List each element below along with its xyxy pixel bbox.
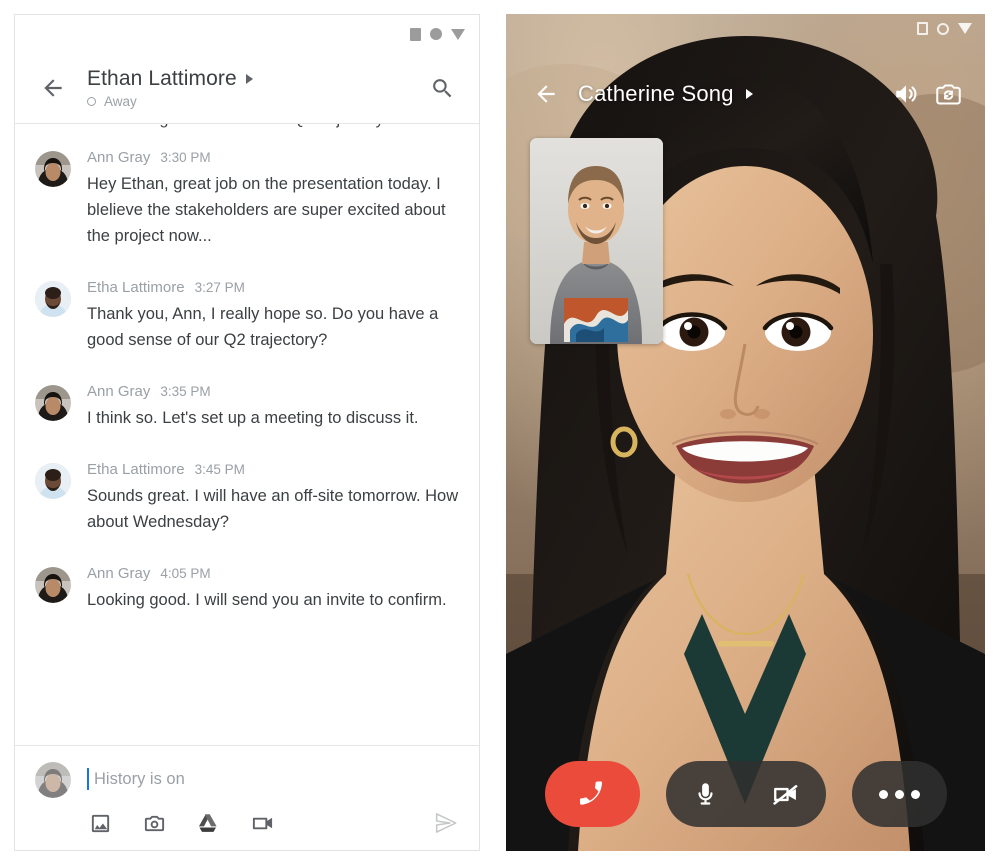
chat-header-titles: Ethan Lattimore Away [87,67,421,109]
etha-lattimore-avatar [35,281,71,317]
attachment-buttons [87,810,431,836]
ann-gray-avatar [35,151,71,187]
presence-row: Away [87,94,421,109]
message-text: Sounds great. I will have an off-site to… [87,487,459,531]
call-peer-name: Catherine Song [578,81,734,106]
end-call-icon [579,781,602,805]
screenshot-root: Ethan Lattimore Away have a good sense o… [0,0,1000,865]
call-status-bar [917,22,972,35]
peer-title-row[interactable]: Ethan Lattimore [87,67,421,91]
message-body: Etha Lattimore 3:45 PM Sounds great. I w… [87,461,459,535]
mute-microphone-button[interactable] [666,761,746,827]
ann-gray-avatar [35,567,71,603]
back-button[interactable] [33,68,73,108]
call-back-button[interactable] [526,74,566,114]
send-button[interactable] [431,808,461,838]
composer-placeholder: History is on [94,769,185,788]
message-meta: Etha Lattimore 3:27 PM [87,279,459,296]
message-item: Ann Gray 4:05 PM Looking good. I will se… [15,549,479,627]
send-icon [435,813,457,833]
message-meta: Ann Gray 3:35 PM [87,383,459,400]
message-composer: History is on [15,745,479,850]
call-controls [506,761,985,827]
message-item: Ann Gray 3:35 PM I think so. Let's set u… [15,367,479,445]
triangle-down-icon [958,23,972,34]
av-controls-group [665,761,826,827]
message-text: Thank you, Ann, I really hope so. Do you… [87,305,439,349]
message-item: Etha Lattimore 3:45 PM Sounds great. I w… [15,445,479,549]
insert-drive-file-button[interactable] [195,810,221,836]
video-camera-icon [252,817,272,829]
take-photo-button[interactable] [141,810,167,836]
triangle-down-icon [451,28,465,40]
more-options-button[interactable] [851,761,947,827]
speaker-button[interactable] [885,73,927,115]
call-header: Catherine Song [506,68,985,120]
more-options-icon [878,789,920,799]
flip-camera-icon [935,83,961,105]
message-text: Hey Ethan, great job on the presentation… [87,175,446,245]
message-time: 3:45 PM [194,462,245,477]
message-meta: Ann Gray 3:30 PM [87,149,459,166]
insert-image-button[interactable] [87,810,113,836]
message-sender: Etha Lattimore [87,279,185,296]
message-time: 3:30 PM [160,150,211,165]
etha-lattimore-avatar [35,463,71,499]
message-text: I think so. Let's set up a meeting to di… [87,409,419,427]
chevron-right-icon [245,74,253,84]
message-body: Etha Lattimore 3:27 PM Thank you, Ann, I… [87,279,459,353]
chat-header: Ethan Lattimore Away [15,53,479,124]
message-item: Ann Gray 3:30 PM Hey Ethan, great job on… [15,133,479,263]
search-icon [432,78,451,97]
search-button[interactable] [421,67,463,109]
camera-icon [144,815,164,831]
signal-icon [430,28,442,40]
message-time: 3:27 PM [194,280,245,295]
flip-camera-button[interactable] [927,73,969,115]
ann-gray-avatar [35,385,71,421]
camera-off-button[interactable] [746,761,826,827]
composer-toolbar [35,808,461,838]
insert-video-button[interactable] [249,810,275,836]
message-body: Ann Gray 3:30 PM Hey Ethan, great job on… [87,149,459,249]
microphone-icon [698,782,713,805]
signal-icon [937,22,949,35]
text-cursor [87,768,89,790]
battery-icon [917,22,928,35]
message-text: Looking good. I will send you an invite … [87,591,447,609]
presence-label: Away [104,94,137,109]
google-drive-icon [198,813,217,832]
message-meta: Ann Gray 4:05 PM [87,565,459,582]
image-icon [91,814,109,832]
back-arrow-icon [537,85,555,103]
message-sender: Ann Gray [87,383,151,400]
back-arrow-icon [44,79,62,97]
chevron-right-icon[interactable] [745,89,753,99]
message-list[interactable]: have a good sense of our Q2 trajectory? [15,124,479,745]
battery-icon [410,27,421,41]
current-user-avatar [35,762,71,798]
self-view-pip[interactable] [530,138,663,344]
chat-status-bar [15,15,479,53]
end-call-button[interactable] [544,761,640,827]
message-sender: Ann Gray [87,565,151,582]
composer-input-row[interactable]: History is on [35,760,461,798]
message-meta: Etha Lattimore 3:45 PM [87,461,459,478]
clipped-previous-message: have a good sense of our Q2 trajectory? [15,124,479,133]
away-circle-icon [87,97,96,106]
video-off-icon [773,784,798,805]
message-item: Etha Lattimore 3:27 PM Thank you, Ann, I… [15,263,479,367]
video-call-panel: Catherine Song [506,14,985,851]
message-time: 3:35 PM [160,384,211,399]
speaker-on-icon [896,85,917,103]
message-sender: Etha Lattimore [87,461,185,478]
peer-name: Ethan Lattimore [87,67,237,90]
message-body: Ann Gray 3:35 PM I think so. Let's set u… [87,383,459,431]
message-time: 4:05 PM [160,566,211,581]
message-sender: Ann Gray [87,149,151,166]
chat-panel: Ethan Lattimore Away have a good sense o… [14,14,480,851]
message-body: Ann Gray 4:05 PM Looking good. I will se… [87,565,459,613]
